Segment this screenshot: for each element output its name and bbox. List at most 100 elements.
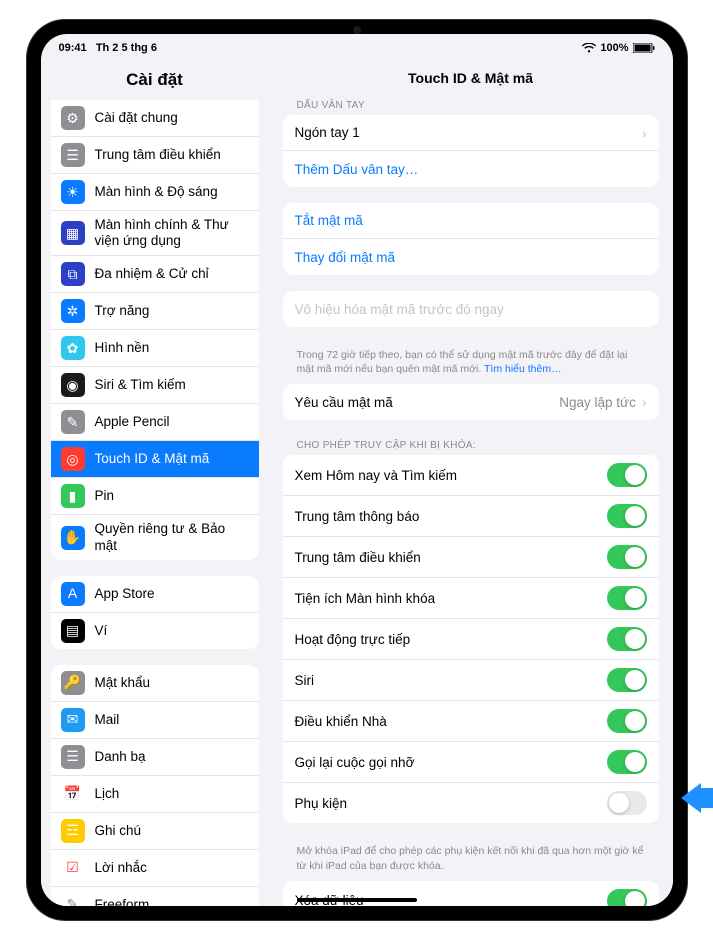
add-fingerprint-row[interactable]: Thêm Dấu vân tay… [283,151,659,187]
toggle-switch[interactable] [607,586,647,610]
sidebar-item-icon: ✎ [61,893,85,906]
finger-1-label: Ngón tay 1 [295,125,642,140]
sidebar-item-label: Màn hình chính & Thư viện ứng dụng [95,217,249,249]
expire-previous-row[interactable]: Vô hiệu hóa mật mã trước đó ngay [283,291,659,327]
sidebar-item-label: Quyền riêng tư & Bảo mật [95,521,249,553]
turn-off-passcode-row[interactable]: Tắt mật mã [283,203,659,239]
learn-more-link[interactable]: Tìm hiểu thêm… [484,363,562,375]
toggle-row: Trung tâm điều khiển [283,537,659,578]
sidebar-item-label: Pin [95,488,249,504]
chevron-icon: › [642,394,647,410]
sidebar-item[interactable]: ⧉ Đa nhiệm & Cử chỉ [51,256,259,293]
sidebar-item-icon: ⧉ [61,262,85,286]
sidebar-item[interactable]: ✋ Quyền riêng tư & Bảo mật [51,515,259,559]
erase-data-row: Xóa dữ liệu [283,881,659,906]
sidebar-scroll[interactable]: ⚙Cài đặt chung☰Trung tâm điều khiển ☀ Màn … [41,100,269,906]
toggle-switch[interactable] [607,545,647,569]
sidebar-item-label: Ghi chú [95,823,249,839]
sidebar-item-icon: ▦ [61,221,85,245]
battery-percent: 100% [600,42,628,54]
sidebar-item[interactable]: ✉Mail [51,702,259,739]
sidebar-item-label: Hình nền [95,340,249,356]
ipad-frame: 09:41 Th 2 5 thg 6 100% Cài đặt ⚙Cài đặt… [27,20,687,920]
callout-arrow-icon [677,783,713,813]
sidebar-item[interactable]: ☑ Lời nhắc [51,850,259,887]
toggle-label: Xem Hôm nay và Tìm kiếm [295,468,607,483]
sidebar-item-label: Lời nhắc [95,860,249,876]
sidebar-item[interactable]: ☰Trung tâm điều khiển [51,137,259,174]
sidebar-item[interactable]: ☲Ghi chú [51,813,259,850]
sidebar-item[interactable]: ☀ Màn hình & Độ sáng [51,174,259,211]
sidebar-item[interactable]: ✎Freeform [51,887,259,906]
sidebar-item-label: Danh bạ [95,749,249,765]
sidebar-item[interactable]: ▦ Màn hình chính & Thư viện ứng dụng [51,211,259,256]
toggle-label: Siri [295,673,607,688]
content-title: Touch ID & Mật mã [269,62,673,96]
sidebar-item-label: Trung tâm điều khiển [95,147,249,163]
sidebar-item-label: Đa nhiệm & Cử chỉ [95,266,249,282]
sidebar-item[interactable]: ✲ Trợ năng [51,293,259,330]
sidebar-item-label: Màn hình & Độ sáng [95,184,249,200]
toggle-switch[interactable] [607,668,647,692]
sidebar-item[interactable]: ▤Ví [51,613,259,649]
sidebar-item[interactable]: ◉Siri & Tìm kiếm [51,367,259,404]
sidebar-item-icon: ☀ [61,180,85,204]
toggle-label: Điều khiển Nhà [295,714,607,729]
section-header-fingerprint: DẤU VÂN TAY [283,96,659,115]
chevron-icon: › [642,125,647,141]
toggle-row: Gọi lại cuộc gọi nhỡ [283,742,659,783]
status-bar: 09:41 Th 2 5 thg 6 100% [41,34,673,62]
finger-1-row[interactable]: Ngón tay 1 › [283,115,659,151]
toggle-row: Xem Hôm nay và Tìm kiếm [283,455,659,496]
toggle-switch[interactable] [607,709,647,733]
sidebar-item[interactable]: A App Store [51,576,259,613]
toggle-switch[interactable] [607,463,647,487]
sidebar-item-icon: ✋ [61,526,85,550]
toggle-label: Gọi lại cuộc gọi nhỡ [295,755,607,770]
toggle-row: Phụ kiện [283,783,659,823]
sidebar-item-icon: ✎ [61,410,85,434]
sidebar-item[interactable]: 📅Lịch [51,776,259,813]
sidebar-item[interactable]: ☰Danh bạ [51,739,259,776]
camera-icon [353,26,361,34]
toggle-label: Trung tâm thông báo [295,509,607,524]
sidebar-item-label: Trợ năng [95,303,249,319]
toggle-switch[interactable] [607,627,647,651]
toggle-switch[interactable] [607,791,647,815]
require-value: Ngay lập tức [559,395,636,410]
sidebar-item-label: App Store [95,586,249,602]
sidebar-item-icon: ▤ [61,619,85,643]
sidebar-item-label: Mail [95,712,249,728]
content-scroll[interactable]: DẤU VÂN TAY Ngón tay 1 › Thêm Dấu vân ta… [269,96,673,906]
require-passcode-row[interactable]: Yêu cầu mật mã Ngay lập tức › [283,384,659,420]
sidebar-item[interactable]: ✿Hình nền [51,330,259,367]
sidebar-item-icon: A [61,582,85,606]
accessories-footer: Mở khóa iPad để cho phép các phụ kiện kế… [283,839,659,880]
erase-data-switch[interactable] [607,889,647,906]
status-date: Th 2 5 thg 6 [96,42,157,54]
sidebar-item[interactable]: ✎Apple Pencil [51,404,259,441]
sidebar-item-label: Touch ID & Mật mã [95,451,249,467]
screen: 09:41 Th 2 5 thg 6 100% Cài đặt ⚙Cài đặt… [41,34,673,906]
home-indicator[interactable] [297,898,417,902]
wifi-icon [582,43,596,53]
sidebar: Cài đặt ⚙Cài đặt chung☰Trung tâm điều kh… [41,62,269,906]
toggle-row: Tiện ích Màn hình khóa [283,578,659,619]
sidebar-item-icon: ✲ [61,299,85,323]
sidebar-item[interactable]: ⚙Cài đặt chung [51,100,259,137]
toggle-row: Trung tâm thông báo [283,496,659,537]
sidebar-item-icon: ☑ [61,856,85,880]
toggle-label: Trung tâm điều khiển [295,550,607,565]
content: Touch ID & Mật mã DẤU VÂN TAY Ngón tay 1… [269,62,673,906]
toggle-switch[interactable] [607,750,647,774]
sidebar-item[interactable]: ▮Pin [51,478,259,515]
toggle-switch[interactable] [607,504,647,528]
sidebar-item[interactable]: ◎Touch ID & Mật mã [51,441,259,478]
sidebar-item[interactable]: 🔑Mật khẩu [51,665,259,702]
toggle-row: Điều khiển Nhà [283,701,659,742]
sidebar-item-label: Cài đặt chung [95,110,249,126]
battery-icon [633,43,655,53]
change-passcode-row[interactable]: Thay đổi mật mã [283,239,659,275]
sidebar-title: Cài đặt [41,62,269,100]
sidebar-item-icon: 🔑 [61,671,85,695]
